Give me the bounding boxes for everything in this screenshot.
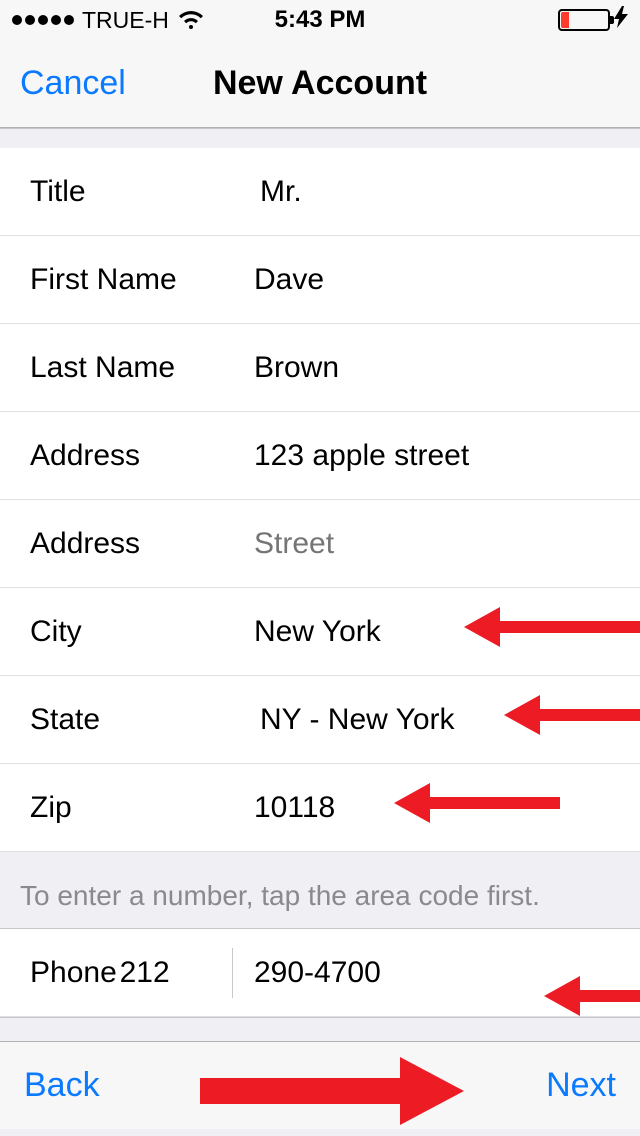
label-first-name: First Name [30, 263, 254, 297]
battery-status [558, 6, 628, 34]
section-gap [0, 128, 640, 148]
row-address-1[interactable]: Address [0, 412, 640, 500]
row-last-name[interactable]: Last Name [0, 324, 640, 412]
label-phone: Phone [30, 956, 120, 990]
row-state[interactable]: State NY - New York [0, 676, 640, 764]
input-last-name[interactable] [254, 351, 640, 385]
row-address-2[interactable]: Address [0, 500, 640, 588]
page-title: New Account [213, 64, 427, 103]
input-address-2[interactable] [254, 527, 640, 561]
cancel-button[interactable]: Cancel [20, 64, 126, 103]
label-state: State [30, 703, 260, 737]
battery-icon [558, 9, 610, 31]
bottom-toolbar: Back Next [0, 1041, 640, 1129]
input-phone-area[interactable] [120, 956, 210, 990]
label-zip: Zip [30, 791, 254, 825]
input-first-name[interactable] [254, 263, 640, 297]
next-button[interactable]: Next [546, 1066, 616, 1105]
row-first-name[interactable]: First Name [0, 236, 640, 324]
label-address-2: Address [30, 527, 254, 561]
input-phone-number[interactable] [254, 956, 640, 990]
wifi-icon [177, 9, 205, 31]
input-city[interactable] [254, 615, 640, 649]
label-last-name: Last Name [30, 351, 254, 385]
signal-strength-icon [12, 15, 74, 25]
value-title[interactable]: Mr. [260, 175, 640, 209]
input-address-1[interactable] [254, 439, 640, 473]
label-city: City [30, 615, 254, 649]
row-title[interactable]: Title Mr. [0, 148, 640, 236]
status-bar: TRUE-H 5:43 PM [0, 0, 640, 40]
row-city[interactable]: City [0, 588, 640, 676]
clock: 5:43 PM [275, 6, 366, 34]
account-form: Title Mr. First Name Last Name Address A… [0, 148, 640, 852]
navigation-bar: Cancel New Account [0, 40, 640, 128]
row-zip[interactable]: Zip [0, 764, 640, 852]
section-gap-2 [0, 1017, 640, 1041]
label-title: Title [30, 175, 260, 209]
phone-section: Phone [0, 929, 640, 1017]
charging-icon [614, 6, 628, 34]
phone-hint: To enter a number, tap the area code fir… [0, 852, 640, 929]
screen: TRUE-H 5:43 PM Cancel New Account Title … [0, 0, 640, 1136]
input-zip[interactable] [254, 791, 640, 825]
row-phone[interactable]: Phone [0, 929, 640, 1017]
label-address-1: Address [30, 439, 254, 473]
carrier-label: TRUE-H [82, 7, 169, 34]
back-button[interactable]: Back [24, 1066, 100, 1105]
value-state[interactable]: NY - New York [260, 703, 640, 737]
